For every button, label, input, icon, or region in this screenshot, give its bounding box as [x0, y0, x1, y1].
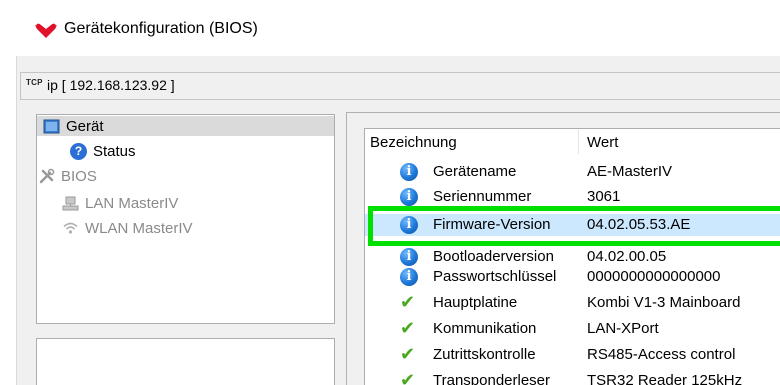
tree-item-label: Gerät — [66, 117, 104, 135]
table-row[interactable]: Bootloaderversion 04.02.00.05 — [365, 246, 780, 268]
row-name: Transponderleser — [433, 372, 551, 385]
help-icon: ? — [70, 142, 87, 160]
table-row[interactable]: ✔ Zutrittskontrolle RS485-Access control — [365, 344, 780, 366]
check-icon: ✔ — [400, 318, 416, 339]
row-name: Seriennummer — [433, 188, 532, 205]
column-separator[interactable] — [578, 130, 579, 154]
device-icon — [43, 119, 60, 133]
tree-item-label: LAN MasterIV — [85, 194, 179, 212]
tree-item-lan[interactable]: LAN MasterIV — [62, 193, 178, 213]
info-icon — [400, 188, 418, 206]
table-row[interactable]: Seriennummer 3061 — [365, 186, 780, 208]
check-icon: ✔ — [400, 344, 416, 365]
row-name: Bootloaderversion — [433, 248, 554, 265]
row-value: 3061 — [587, 188, 621, 205]
row-name: Kommunikation — [433, 320, 537, 337]
tree-item-label: WLAN MasterIV — [85, 219, 193, 237]
row-name: Zutrittskontrolle — [433, 346, 536, 363]
table-row[interactable]: ✔ Transponderleser TSR32 Reader 125kHz — [365, 370, 780, 385]
row-value: 04.02.00.05 — [587, 248, 667, 265]
table-row[interactable]: ✔ Hauptplatine Kombi V1-3 Mainboard — [365, 292, 780, 314]
info-icon — [400, 268, 418, 286]
row-value: Kombi V1-3 Mainboard — [587, 294, 741, 311]
tree-item-label: Status — [93, 142, 136, 160]
row-value: 0000000000000000 — [587, 268, 721, 285]
row-name: Passwortschlüssel — [433, 268, 557, 285]
column-header-wert[interactable]: Wert — [587, 134, 618, 151]
row-value: TSR32 Reader 125kHz — [587, 372, 743, 385]
row-name: Gerätename — [433, 163, 517, 180]
column-header-bezeichnung[interactable]: Bezeichnung — [370, 134, 457, 151]
row-name: Hauptplatine — [433, 294, 518, 311]
window-title: Gerätekonfiguration (BIOS) — [64, 20, 258, 37]
tcp-label: TCP — [26, 78, 43, 87]
row-value: RS485-Access control — [587, 346, 736, 363]
tools-icon — [39, 168, 55, 183]
detail-box — [36, 338, 335, 385]
info-icon — [400, 248, 418, 266]
wifi-icon — [63, 222, 78, 234]
check-icon: ✔ — [400, 292, 416, 313]
table-row[interactable]: Gerätename AE-MasterIV — [365, 161, 780, 183]
tree-item-bios[interactable]: BIOS — [38, 166, 97, 186]
ip-address-text: ip [ 192.168.123.92 ] — [47, 77, 175, 93]
row-value: AE-MasterIV — [587, 163, 673, 180]
table-row[interactable]: ✔ Kommunikation LAN-XPort — [365, 318, 780, 340]
check-icon: ✔ — [400, 370, 416, 385]
info-icon — [400, 163, 418, 181]
red-heart-logo-icon — [35, 23, 57, 38]
tree-item-wlan[interactable]: WLAN MasterIV — [62, 218, 193, 238]
highlight-frame — [368, 206, 780, 246]
table-row[interactable]: Passwortschlüssel 0000000000000000 — [365, 266, 780, 288]
tree-item-geraet[interactable]: Gerät — [37, 116, 334, 136]
tree-item-label: BIOS — [61, 167, 97, 185]
tree-item-status[interactable]: ? Status — [70, 141, 136, 161]
title-bar: Gerätekonfiguration (BIOS) — [0, 0, 780, 56]
row-value: LAN-XPort — [587, 320, 659, 337]
network-icon — [62, 196, 79, 210]
